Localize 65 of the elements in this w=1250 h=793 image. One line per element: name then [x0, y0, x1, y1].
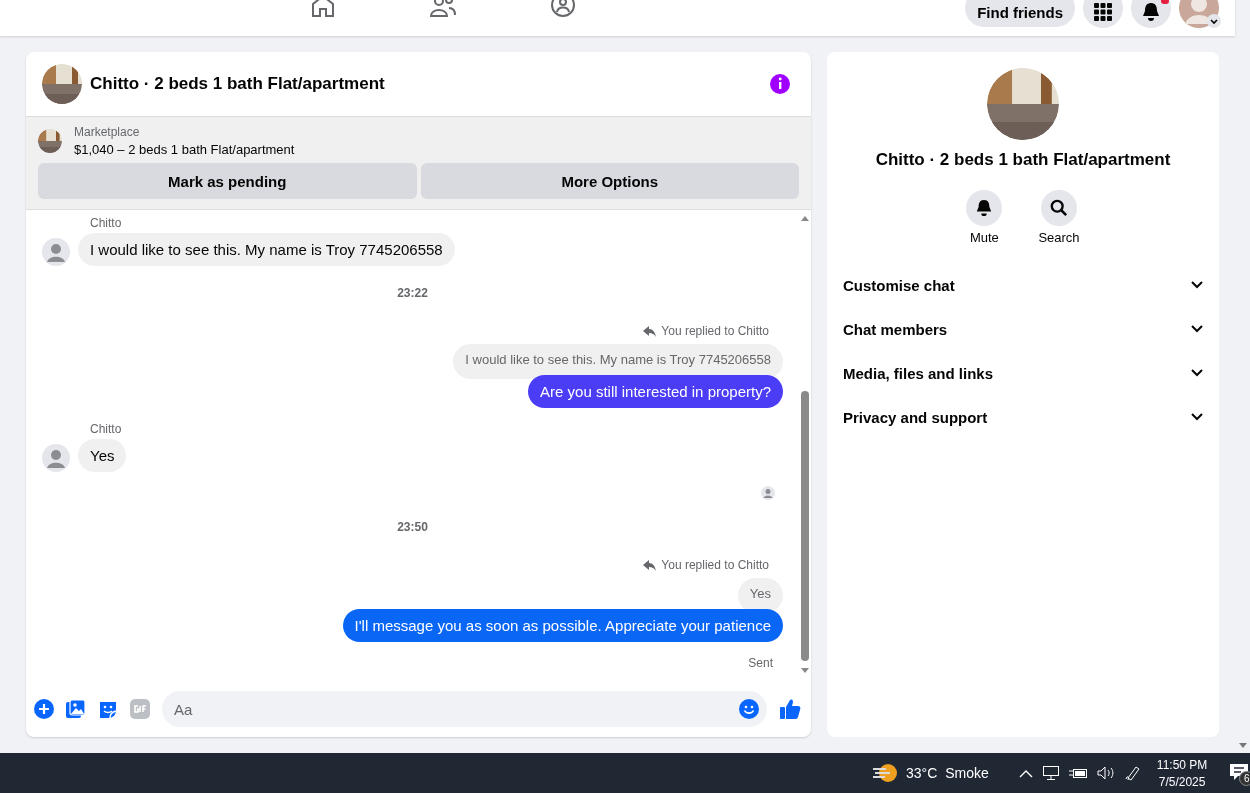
- message-bubble: Yes: [78, 439, 127, 472]
- weather-icon: [872, 762, 898, 784]
- clock-date[interactable]: 7/5/2025: [1158, 774, 1206, 789]
- settings-section[interactable]: Customise chat: [835, 263, 1211, 307]
- chat-title: Chitto · 2 beds 1 bath Flat/apartment: [90, 74, 385, 94]
- temperature[interactable]: 33°C: [906, 765, 938, 781]
- message-bubble: I would like to see this. My name is Troy 7745206558: [78, 233, 455, 266]
- find-friends-button[interactable]: Find friends: [965, 0, 1075, 27]
- menu-button[interactable]: [1083, 0, 1123, 28]
- avatar-icon: [42, 238, 70, 266]
- quoted-message: Yes: [737, 578, 783, 613]
- friends-icon[interactable]: [430, 0, 456, 18]
- message-bubble: I'll message you as soon as possible. Appreciate your patience: [342, 609, 783, 642]
- grid-icon: [1094, 3, 1112, 21]
- settings-section[interactable]: Media, files and links: [835, 351, 1211, 395]
- groups-icon[interactable]: [550, 0, 576, 18]
- notifications-button[interactable]: [1131, 0, 1171, 28]
- conversation-title: Chitto · 2 beds 1 bath Flat/apartment: [875, 150, 1171, 170]
- reply-icon: [643, 325, 657, 337]
- chevron-icon: [1191, 369, 1203, 377]
- reply-label: You replied to Chitto: [661, 324, 769, 338]
- scroll-down-icon[interactable]: [1237, 742, 1248, 749]
- network-icon[interactable]: [1042, 766, 1059, 780]
- weather-condition[interactable]: Smoke: [945, 765, 989, 781]
- timestamp: 23:22: [397, 286, 428, 300]
- bell-icon: [975, 199, 994, 217]
- sender-name: Chitto: [90, 422, 123, 436]
- scrollbar-thumb[interactable]: [801, 391, 809, 661]
- chevron-icon: [1191, 281, 1203, 289]
- notification-count: 6: [1239, 770, 1250, 786]
- listing-source: Marketplace: [74, 125, 141, 139]
- seen-avatar-icon: [761, 486, 775, 500]
- settings-section[interactable]: Chat members: [835, 307, 1211, 351]
- info-icon[interactable]: [769, 73, 791, 95]
- listing-action-button[interactable]: More Options: [420, 163, 799, 199]
- like-icon[interactable]: [779, 698, 801, 720]
- plus-icon[interactable]: [34, 699, 54, 719]
- chevron-up-icon[interactable]: [1018, 768, 1033, 778]
- message-input[interactable]: Aa: [162, 691, 767, 727]
- scroll-up-icon[interactable]: [800, 214, 810, 222]
- clock-time[interactable]: 11:50 PM: [1156, 757, 1208, 772]
- reply-label: You replied to Chitto: [661, 558, 769, 572]
- delivery-status: Sent: [748, 656, 773, 670]
- avatar-icon: [42, 444, 70, 472]
- listing-action-button[interactable]: Mark as pending: [38, 163, 417, 199]
- sticker-icon[interactable]: [98, 699, 118, 719]
- message-bubble: Are you still interested in property?: [528, 375, 783, 408]
- speaker-icon[interactable]: [1096, 766, 1115, 780]
- timestamp: 23:50: [397, 520, 428, 534]
- home-icon[interactable]: [310, 0, 336, 18]
- pen-icon[interactable]: [1124, 765, 1141, 781]
- chevron-icon: [1191, 413, 1203, 421]
- sender-name: Chitto: [90, 216, 123, 230]
- listing-summary[interactable]: $1,040 – 2 beds 1 bath Flat/apartment: [74, 142, 295, 157]
- scroll-down-icon[interactable]: [800, 667, 810, 675]
- quoted-message: I would like to see this. My name is Troy 7745206558: [453, 344, 783, 379]
- reply-icon: [643, 559, 657, 571]
- image-icon[interactable]: [66, 699, 86, 719]
- emoji-icon[interactable]: [739, 699, 759, 719]
- battery-icon[interactable]: [1068, 767, 1087, 779]
- search-icon: [1050, 199, 1068, 217]
- settings-section[interactable]: Privacy and support: [835, 395, 1211, 439]
- chevron-icon[interactable]: [1207, 14, 1221, 28]
- chevron-icon: [1191, 325, 1203, 333]
- bell-icon: [1141, 2, 1161, 22]
